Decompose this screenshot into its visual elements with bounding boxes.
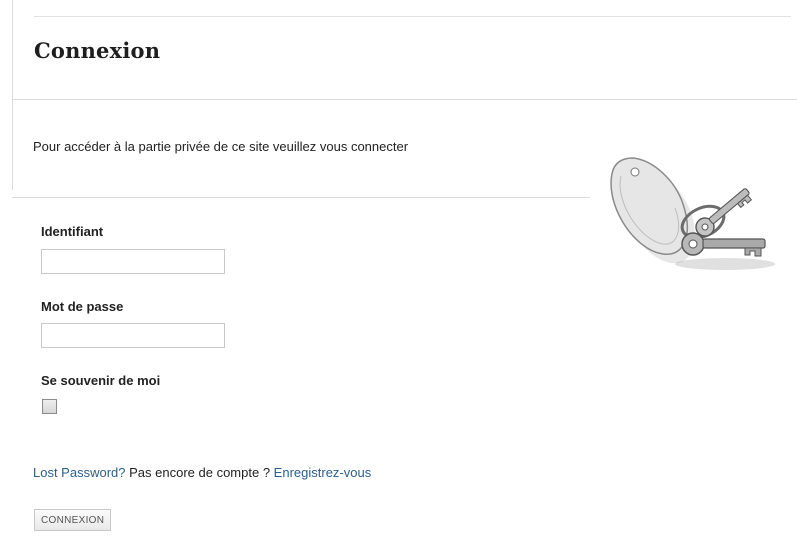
intro-divider	[12, 197, 590, 198]
keys-with-tag-icon	[610, 157, 775, 270]
password-input[interactable]	[41, 323, 225, 348]
login-page: Connexion Pour accéder à la partie privé…	[0, 0, 797, 540]
page-title: Connexion	[34, 38, 161, 63]
password-label: Mot de passe	[41, 299, 124, 314]
account-links: Lost Password? Pas encore de compte ? En…	[33, 465, 371, 480]
intro-text: Pour accéder à la partie privée de ce si…	[33, 139, 409, 154]
username-input[interactable]	[41, 249, 225, 274]
left-divider	[12, 0, 13, 190]
title-divider	[12, 99, 797, 100]
no-account-text: Pas encore de compte ?	[129, 465, 271, 480]
lost-password-link[interactable]: Lost Password?	[33, 465, 126, 480]
username-label: Identifiant	[41, 224, 104, 239]
remember-checkbox[interactable]	[42, 399, 57, 414]
login-button[interactable]: CONNEXION	[34, 509, 112, 531]
register-link[interactable]: Enregistrez-vous	[274, 465, 372, 480]
remember-label: Se souvenir de moi	[41, 373, 161, 388]
top-divider	[34, 16, 791, 17]
